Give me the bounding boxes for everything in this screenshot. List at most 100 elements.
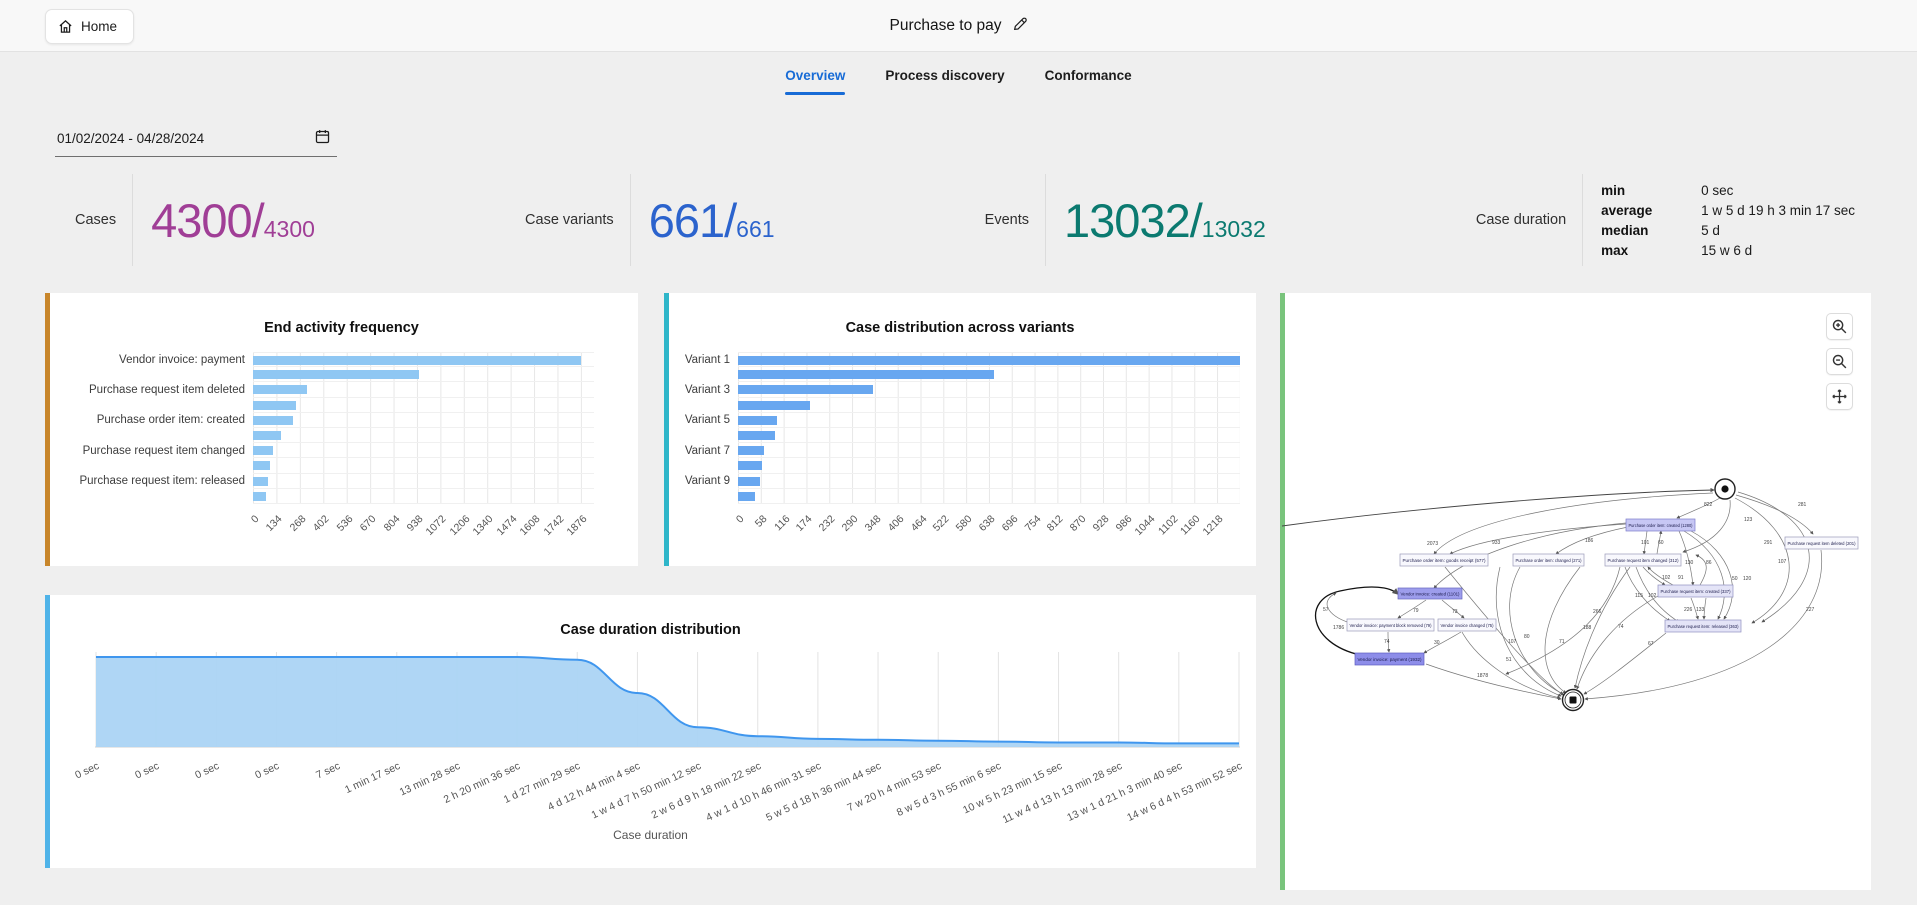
- bar-track: [738, 458, 1240, 473]
- bar[interactable]: [253, 401, 296, 410]
- bar-row: [45, 367, 638, 382]
- kpi-case-variants: Case variants 661/ 661: [525, 174, 775, 266]
- graph-edge: [1398, 600, 1426, 618]
- case-distribution-chart: Variant 1Variant 3Variant 5Variant 7Vari…: [664, 352, 1256, 504]
- graph-edge: [1545, 567, 1580, 693]
- bar[interactable]: [738, 401, 810, 410]
- bar[interactable]: [738, 461, 762, 470]
- tab-conformance[interactable]: Conformance: [1045, 68, 1132, 95]
- x-tick-label: 522: [931, 513, 952, 534]
- process-graph-canvas[interactable]: 2073822123933186101601308628129110722710…: [1280, 293, 1871, 890]
- x-tick-label: 8 w 5 d 3 h 55 min 6 sec: [895, 760, 1003, 819]
- bar[interactable]: [253, 461, 270, 470]
- divider: [630, 174, 631, 266]
- bar-track: [738, 367, 1240, 382]
- graph-edge: [1736, 495, 1813, 534]
- x-tick-label: 0: [249, 513, 262, 526]
- bar[interactable]: [253, 431, 281, 440]
- edge-label: 933: [1492, 540, 1501, 546]
- bar[interactable]: [738, 477, 760, 486]
- edge-label: 822: [1704, 502, 1713, 508]
- x-tick-label: 7 sec: [314, 760, 342, 781]
- calendar-icon[interactable]: [314, 128, 331, 150]
- x-tick-label: 670: [358, 513, 379, 534]
- bar[interactable]: [253, 492, 266, 501]
- zoom-out-button[interactable]: [1826, 348, 1853, 375]
- card-accent: [664, 293, 669, 566]
- case-duration-distribution-card: Case duration distribution 0 sec 0 sec 0 s…: [45, 595, 1256, 868]
- bar[interactable]: [738, 356, 1240, 365]
- bar[interactable]: [253, 446, 273, 455]
- edit-title-pencil-icon[interactable]: [1012, 16, 1028, 37]
- bar-track: [253, 367, 594, 382]
- edge-label: 291: [1764, 540, 1773, 546]
- case-duration-distribution-chart: 0 sec0 sec0 sec0 sec7 sec1 min 17 sec13 …: [95, 652, 1240, 826]
- kpi-events-label: Events: [985, 212, 1029, 228]
- date-range-input[interactable]: 01/02/2024 - 04/28/2024: [55, 125, 337, 157]
- home-button[interactable]: Home: [45, 9, 134, 44]
- category-label: Purchase request item changed: [45, 445, 253, 457]
- tab-process-discovery[interactable]: Process discovery: [885, 68, 1004, 95]
- bar[interactable]: [738, 492, 755, 501]
- bar-track: [738, 489, 1240, 504]
- pan-button[interactable]: [1826, 383, 1853, 410]
- bar-track: [738, 398, 1240, 413]
- bar-row: [664, 367, 1256, 382]
- graph-toolbar: [1826, 313, 1853, 410]
- chart-title: Case distribution across variants: [664, 320, 1256, 336]
- edge-label: 123: [1744, 517, 1753, 523]
- bar-track: [253, 398, 594, 413]
- graph-edge: [1426, 664, 1561, 699]
- category-label: Variant 5: [664, 414, 738, 426]
- bar[interactable]: [253, 385, 307, 394]
- bar[interactable]: [253, 477, 268, 486]
- x-tick-label: 1160: [1178, 513, 1202, 537]
- bar-row: [664, 398, 1256, 413]
- x-tick-label: 580: [954, 513, 975, 534]
- card-accent: [45, 293, 50, 566]
- tab-overview[interactable]: Overview: [785, 68, 845, 95]
- bar-row: Purchase request item deleted: [45, 382, 638, 397]
- x-tick-label: 268: [287, 513, 308, 534]
- graph-edge: [1577, 596, 1658, 689]
- x-axis-ticks: 0134268402536670804938107212061340147416…: [253, 509, 594, 565]
- bar[interactable]: [738, 431, 775, 440]
- category-label: Variant 7: [664, 445, 738, 457]
- bar[interactable]: [738, 385, 873, 394]
- end-node-square: [1570, 697, 1577, 704]
- x-tick-label: 0 sec: [73, 760, 101, 781]
- bar-track: [253, 489, 594, 504]
- edge-label: 60: [1658, 540, 1664, 546]
- top-bar: Home Purchase to pay: [0, 0, 1917, 52]
- bar[interactable]: [738, 446, 764, 455]
- edge-label: 1786: [1333, 625, 1344, 631]
- bar-row: Variant 3: [664, 382, 1256, 397]
- x-tick-label: 938: [405, 513, 426, 534]
- bar[interactable]: [738, 416, 777, 425]
- bar[interactable]: [253, 370, 419, 379]
- chart-title: Case duration distribution: [45, 622, 1256, 638]
- x-tick-label: 0 sec: [133, 760, 161, 781]
- graph-edge: [1738, 492, 1809, 622]
- zoom-in-button[interactable]: [1826, 313, 1853, 340]
- x-tick-label: 5 w 5 d 18 h 36 min 44 sec: [764, 760, 883, 824]
- bar[interactable]: [253, 356, 581, 365]
- bar[interactable]: [738, 370, 994, 379]
- end-activity-frequency-card: End activity frequency Vendor invoice: p…: [45, 293, 638, 566]
- edge-label: 133: [1696, 607, 1705, 613]
- category-label: Vendor invoice: payment: [45, 354, 253, 366]
- edge-label: 102: [1662, 575, 1671, 581]
- graph-edge: [1691, 531, 1733, 619]
- bar-row: Variant 7: [664, 443, 1256, 458]
- x-tick-label: 4 w 1 d 10 h 46 min 31 sec: [704, 760, 823, 824]
- edge-label: 2073: [1427, 541, 1438, 547]
- x-tick-label: 0 sec: [254, 760, 282, 781]
- edge-label: 101: [1641, 540, 1650, 546]
- node-label: Vendor invoice: payment block removed (7…: [1350, 623, 1432, 628]
- bar[interactable]: [253, 416, 293, 425]
- bar-row: [45, 458, 638, 473]
- bar-row: Variant 1: [664, 352, 1256, 367]
- x-tick-label: 1 w 4 d 7 h 50 min 12 sec: [589, 760, 703, 821]
- edge-label: 1878: [1477, 673, 1488, 679]
- case-duration-stats: min0 secaverage1 w 5 d 19 h 3 min 17 sec…: [1601, 183, 1855, 258]
